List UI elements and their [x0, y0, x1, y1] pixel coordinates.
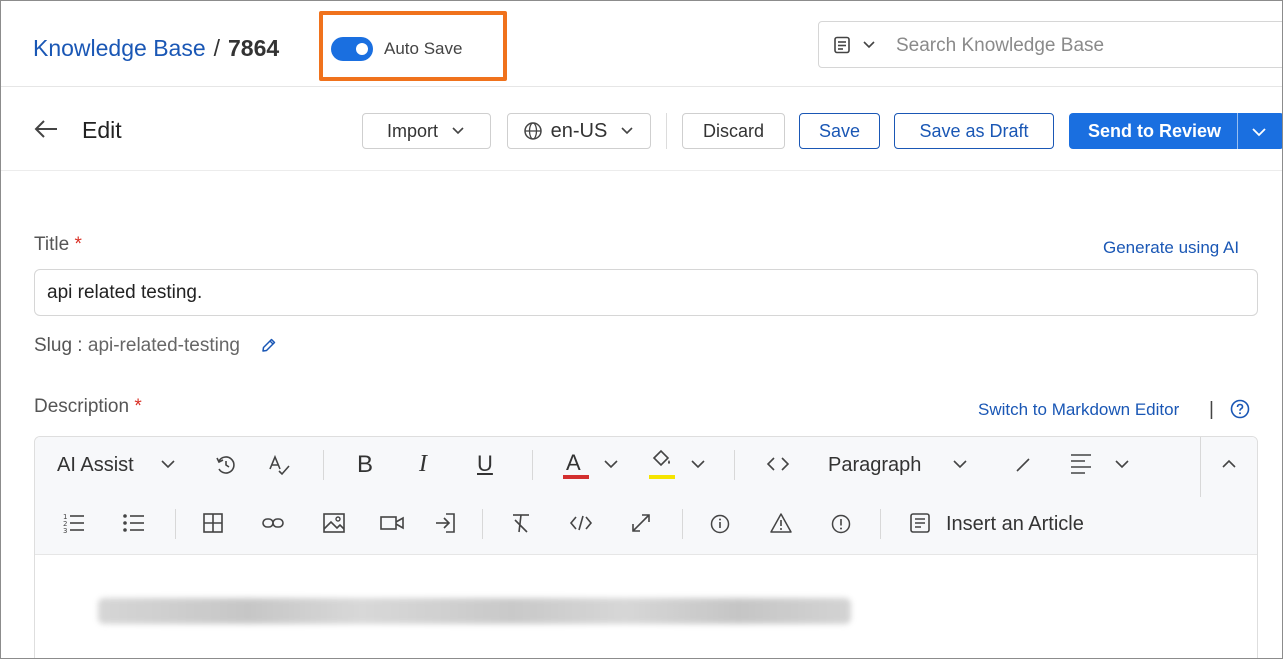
link-separator: | [1209, 399, 1214, 420]
image-icon[interactable] [322, 512, 346, 534]
bold-button[interactable]: B [357, 451, 373, 479]
warning-callout-icon[interactable] [769, 512, 793, 534]
toolbar-divider [682, 509, 683, 539]
toolbar-divider [482, 509, 483, 539]
required-mark: * [74, 234, 82, 255]
globe-icon [523, 122, 542, 140]
fullscreen-icon[interactable] [630, 512, 652, 534]
editor-toolbar: AI Assist B I U A Paragraph 12 3 Insert … [35, 437, 1257, 555]
bullet-list-icon[interactable] [122, 511, 146, 535]
font-color-bar [563, 475, 589, 479]
split-divider [1237, 113, 1238, 149]
embed-icon[interactable] [433, 512, 457, 534]
highlight-color-bar [649, 475, 675, 479]
history-icon[interactable] [215, 454, 237, 476]
import-label: Import [386, 120, 438, 141]
chevron-down-icon[interactable] [689, 455, 707, 473]
title-label-text: Title [34, 234, 70, 255]
breadcrumb-separator: / [213, 35, 221, 61]
toolbar-divider [666, 113, 667, 149]
import-dropdown[interactable]: Import [362, 113, 491, 149]
slug-value: api-related-testing [87, 335, 240, 356]
back-arrow-icon[interactable] [33, 118, 59, 145]
description-label: Description * [34, 396, 142, 418]
toolbar-divider [175, 509, 176, 539]
annotation-highlight-box [319, 11, 507, 81]
edit-toolbar: Edit Import en-US Discard Save Save as D… [1, 88, 1282, 171]
required-mark: * [134, 396, 142, 417]
locale-label: en-US [550, 119, 608, 142]
info-callout-icon[interactable] [709, 513, 731, 535]
title-input[interactable]: api related testing. [34, 269, 1258, 316]
chevron-down-icon[interactable] [602, 455, 620, 473]
clear-formatting-icon[interactable] [509, 512, 533, 534]
toolbar-divider [880, 509, 881, 539]
search-input[interactable]: Search Knowledge Base [896, 35, 1104, 57]
search-bar[interactable]: Search Knowledge Base [818, 21, 1282, 68]
italic-button[interactable]: I [419, 451, 427, 478]
help-icon[interactable] [1230, 399, 1250, 424]
table-icon[interactable] [202, 512, 224, 534]
highlight-color-icon[interactable] [649, 449, 675, 473]
link-icon[interactable] [261, 514, 285, 532]
chevron-down-icon[interactable] [1113, 455, 1131, 473]
spellcheck-icon[interactable] [267, 453, 291, 477]
description-label-text: Description [34, 396, 130, 417]
chevron-down-icon[interactable] [1250, 123, 1268, 146]
generate-using-ai-link[interactable]: Generate using AI [1103, 238, 1239, 258]
toolbar-divider [1200, 437, 1201, 497]
app-frame: Knowledge Base/7864 Auto Save Search Kno… [0, 0, 1283, 659]
svg-text:3: 3 [63, 527, 67, 535]
chevron-down-icon [452, 127, 464, 135]
top-bar: Knowledge Base/7864 Auto Save Search Kno… [1, 1, 1282, 87]
ai-assist-dropdown[interactable]: AI Assist [57, 454, 134, 477]
font-color-button[interactable]: A [566, 450, 581, 476]
breadcrumb: Knowledge Base / 7864 [33, 35, 279, 62]
save-as-draft-button[interactable]: Save as Draft [894, 113, 1054, 149]
chevron-up-icon[interactable] [1220, 455, 1238, 473]
redacted-editor-content[interactable] [98, 598, 851, 624]
insert-article-button[interactable]: Insert an Article [946, 513, 1084, 536]
toolbar-divider [734, 450, 735, 480]
save-button[interactable]: Save [799, 113, 880, 149]
chevron-down-icon[interactable] [861, 37, 877, 58]
title-label: Title * [34, 234, 82, 256]
page-title: Edit [82, 117, 122, 143]
horizontal-line-icon[interactable] [1013, 455, 1033, 475]
source-code-icon[interactable] [569, 514, 593, 532]
document-icon[interactable] [833, 36, 851, 59]
toolbar-divider [532, 450, 533, 480]
chevron-down-icon [621, 127, 633, 135]
numbered-list-icon[interactable]: 123 [62, 511, 86, 535]
code-icon[interactable] [766, 454, 790, 474]
slug-row: Slug : api-related-testing [34, 335, 240, 357]
breadcrumb-knowledge-base-link[interactable]: Knowledge Base [33, 35, 206, 61]
send-to-review-button[interactable]: Send to Review [1088, 121, 1221, 142]
paragraph-format-dropdown[interactable]: Paragraph [828, 454, 921, 477]
locale-dropdown[interactable]: en-US [507, 113, 651, 149]
pencil-edit-icon[interactable] [260, 337, 277, 359]
chevron-down-icon[interactable] [159, 455, 177, 473]
switch-markdown-link[interactable]: Switch to Markdown Editor [978, 400, 1179, 420]
rich-text-editor: AI Assist B I U A Paragraph 12 3 Insert … [34, 436, 1258, 658]
send-to-review-split-button: Send to Review [1069, 113, 1282, 149]
breadcrumb-article-id: 7864 [228, 35, 280, 61]
alert-callout-icon[interactable] [830, 513, 852, 535]
discard-button[interactable]: Discard [682, 113, 785, 149]
chevron-down-icon[interactable] [951, 455, 969, 473]
toolbar-divider [323, 450, 324, 480]
slug-label: Slug : [34, 335, 83, 356]
underline-button[interactable]: U [477, 451, 493, 477]
video-icon[interactable] [379, 514, 405, 532]
insert-article-icon[interactable] [909, 512, 931, 534]
align-icon[interactable] [1069, 452, 1093, 474]
